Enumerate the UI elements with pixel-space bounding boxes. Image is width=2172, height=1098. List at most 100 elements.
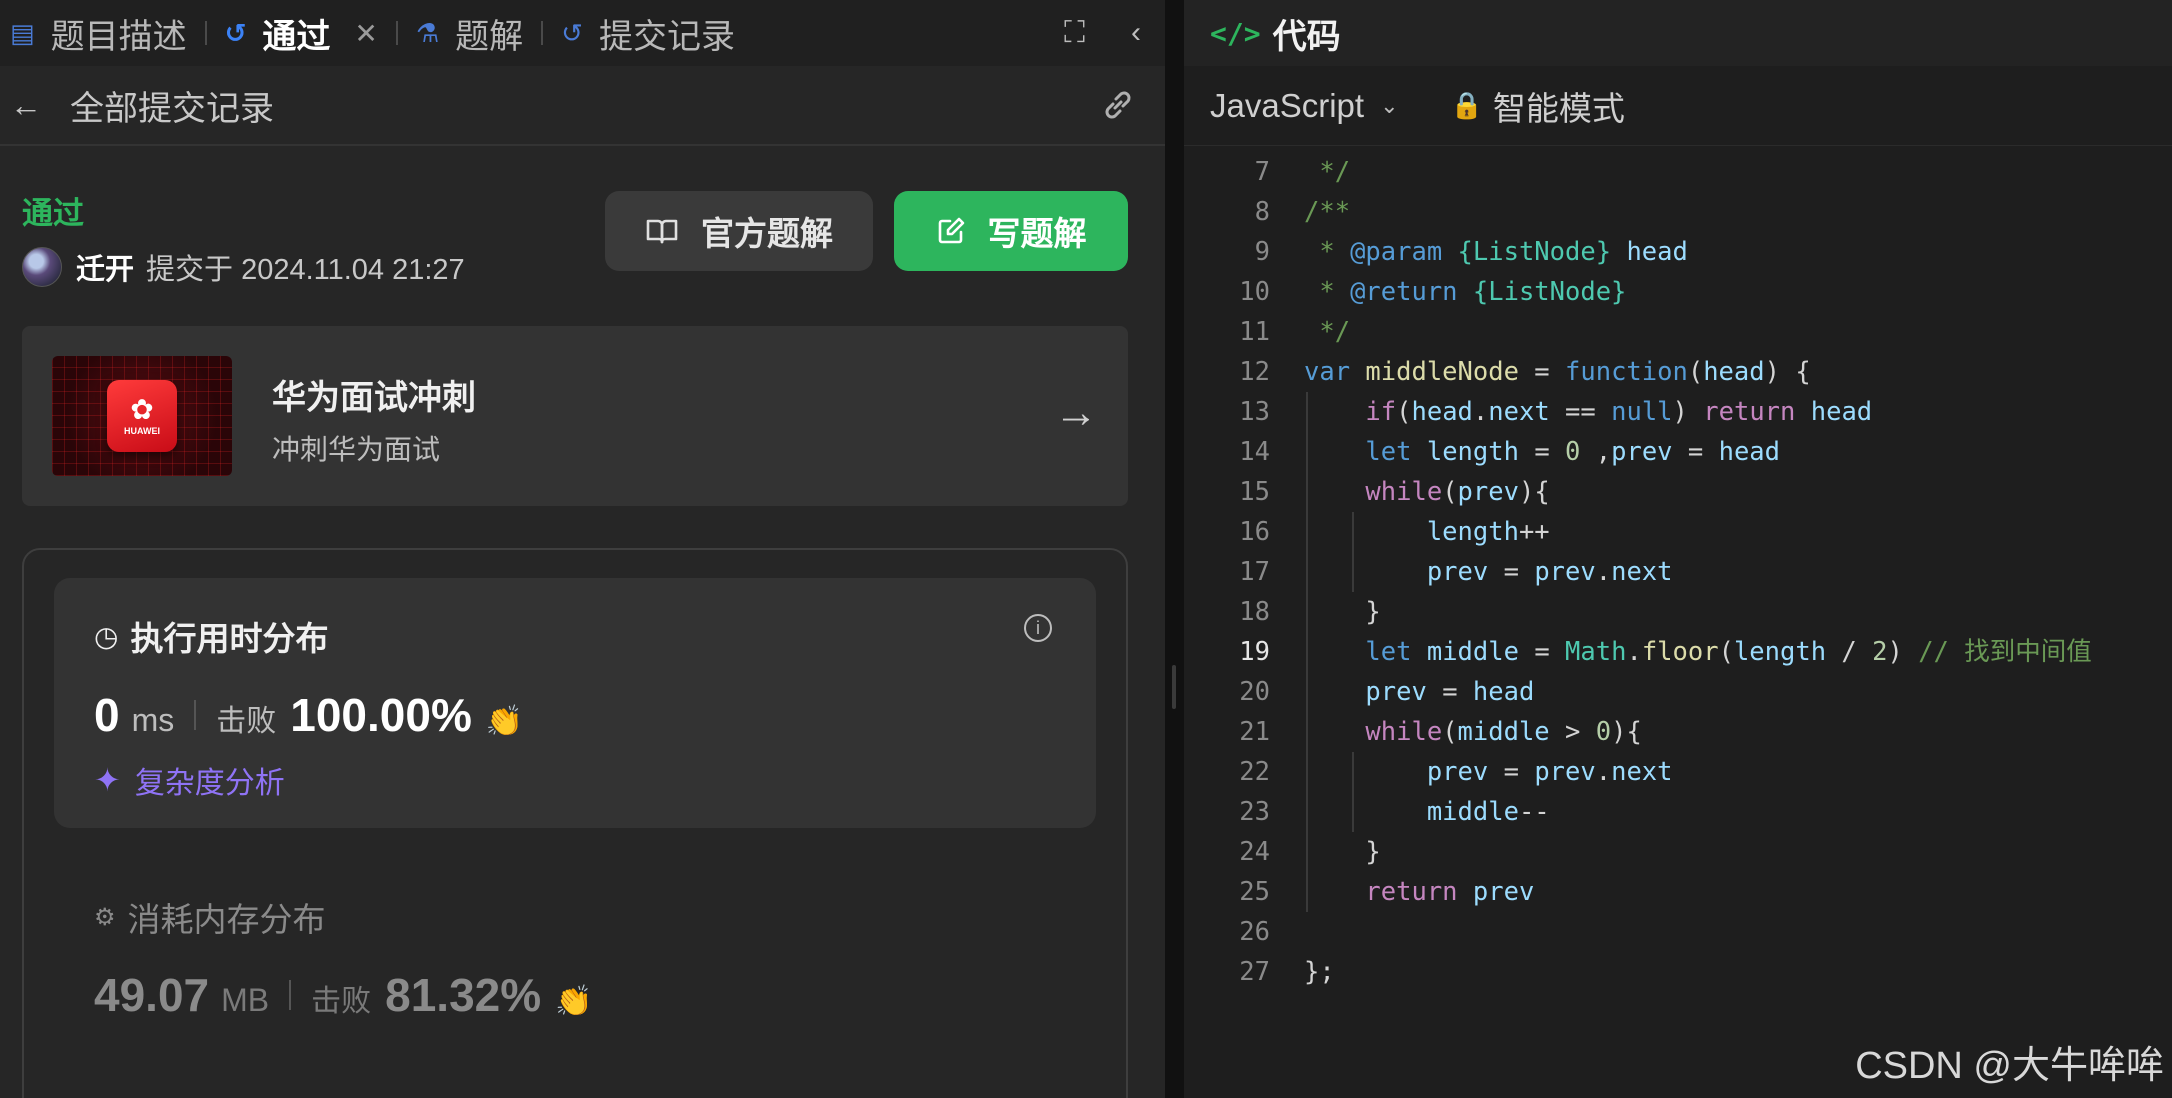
memory-unit: MB	[221, 982, 270, 1018]
code-line[interactable]: 25 return prev	[1184, 872, 2172, 912]
code-text: length++	[1304, 512, 1550, 552]
line-number: 9	[1254, 237, 1270, 267]
code-token: *	[1304, 277, 1351, 307]
memory-header[interactable]: ⚙ 消耗内存分布	[94, 893, 326, 941]
smart-mode-toggle[interactable]: 智能模式	[1493, 82, 1625, 130]
avatar[interactable]	[22, 247, 62, 287]
code-token: >	[1549, 717, 1596, 747]
code-panel-title[interactable]: 代码	[1273, 9, 1341, 58]
write-solution-button[interactable]: 写题解	[894, 191, 1128, 271]
resize-grip[interactable]	[1172, 665, 1176, 709]
line-number: 22	[1239, 757, 1270, 787]
code-line[interactable]: 13 if(head.next == null) return head	[1184, 392, 2172, 432]
runtime-title: 执行用时分布	[130, 620, 329, 657]
line-number: 17	[1239, 557, 1270, 587]
code-line[interactable]: 10 * @return {ListNode}	[1184, 272, 2172, 312]
official-solution-button[interactable]: 官方题解	[605, 191, 873, 271]
chevron-left-icon[interactable]: ‹	[1131, 16, 1141, 50]
all-submissions-link[interactable]: 全部提交记录	[70, 81, 274, 130]
runtime-values: 0 ms 击败 100.00% 👏	[94, 688, 523, 742]
runtime-card[interactable]: ◷ 执行用时分布 i 0 ms 击败 100.00% 👏 ✦ 复杂度分析	[54, 578, 1096, 828]
code-token: ){	[1518, 477, 1550, 507]
code-token: --	[1518, 797, 1550, 827]
chevron-down-icon[interactable]: ⌄	[1380, 93, 1398, 119]
code-line[interactable]: 14 let length = 0 ,prev = head	[1184, 432, 2172, 472]
code-token: null	[1611, 397, 1673, 427]
language-select[interactable]: JavaScript	[1210, 87, 1364, 125]
code-token: */	[1304, 157, 1351, 187]
code-line[interactable]: 26	[1184, 912, 2172, 952]
left-panel: ▤ 题目描述 ↺ 通过 ✕ ⚗ 题解 ↺ 提交记录 ⛶ ‹ ← 全部提交记录 通…	[0, 0, 1165, 1098]
code-token: head	[1810, 397, 1873, 427]
info-icon[interactable]: i	[1024, 614, 1052, 642]
code-line[interactable]: 16 length++	[1184, 512, 2172, 552]
code-text: }	[1304, 592, 1380, 632]
link-icon[interactable]	[1101, 90, 1135, 125]
code-tab-bar: </> 代码	[1184, 0, 2172, 66]
code-text: let middle = Math.floor(length / 2) // 找…	[1304, 632, 2091, 672]
code-line[interactable]: 15 while(prev){	[1184, 472, 2172, 512]
fullscreen-icon[interactable]: ⛶	[1064, 16, 1085, 50]
code-line[interactable]: 8 /**	[1184, 192, 2172, 232]
history-icon: ↺	[224, 18, 247, 48]
tab-separator	[204, 21, 207, 45]
code-line[interactable]: 23 middle--	[1184, 792, 2172, 832]
author-name[interactable]: 迁开	[76, 246, 134, 288]
code-token: prev	[1457, 477, 1519, 507]
value-separator	[289, 980, 292, 1010]
code-token: =	[1518, 637, 1566, 667]
write-solution-label: 写题解	[987, 215, 1087, 252]
line-number: 13	[1239, 397, 1270, 427]
memory-value: 49.07	[94, 969, 210, 1021]
flask-icon: ⚗	[415, 18, 440, 48]
code-line[interactable]: 18 }	[1184, 592, 2172, 632]
panel-resize-handle[interactable]	[1165, 0, 1184, 1098]
back-arrow-icon[interactable]: ←	[10, 87, 42, 124]
tab-passed[interactable]: ↺ 通过 ✕	[225, 0, 378, 66]
code-token: {ListNode}	[1472, 277, 1627, 307]
code-line[interactable]: 27};	[1184, 952, 2172, 992]
code-line[interactable]: 7 */	[1184, 152, 2172, 192]
tab-submissions[interactable]: ↺ 提交记录	[561, 0, 735, 66]
code-token: )	[1672, 397, 1704, 427]
line-number: 14	[1239, 437, 1270, 467]
code-line[interactable]: 19 let middle = Math.floor(length / 2) /…	[1184, 632, 2172, 672]
code-token: middle	[1426, 797, 1519, 827]
code-token: length	[1733, 637, 1827, 667]
code-line[interactable]: 12 var middleNode = function(head) {	[1184, 352, 2172, 392]
runtime-unit: ms	[131, 702, 175, 738]
complexity-analysis-label: 复杂度分析	[134, 767, 285, 800]
tab-separator	[395, 21, 398, 45]
code-token: (	[1718, 637, 1734, 667]
code-line[interactable]: 24 }	[1184, 832, 2172, 872]
code-editor[interactable]: 7 */8/** 9 * @param {ListNode} head 10 * @…	[1184, 152, 2172, 1002]
code-line[interactable]: 22 prev = prev.next	[1184, 752, 2172, 792]
memory-percent: 81.32%	[385, 969, 542, 1021]
code-token: prev	[1426, 557, 1489, 587]
code-line[interactable]: 17 prev = prev.next	[1184, 552, 2172, 592]
complexity-analysis-link[interactable]: ✦ 复杂度分析	[94, 758, 285, 802]
code-text: prev = head	[1304, 672, 1534, 712]
tab-description[interactable]: ▤ 题目描述	[10, 0, 187, 66]
code-token: middle	[1426, 637, 1519, 667]
runtime-beat-label: 击败	[216, 705, 277, 738]
code-line[interactable]: 11 */	[1184, 312, 2172, 352]
promo-card[interactable]: ✿ HUAWEI 华为面试冲刺 冲刺华为面试 →	[22, 326, 1128, 506]
code-line[interactable]: 21 while(middle > 0){	[1184, 712, 2172, 752]
code-token: head	[1703, 357, 1765, 387]
code-line[interactable]: 20 prev = head	[1184, 672, 2172, 712]
code-token: }	[1304, 837, 1381, 867]
close-icon[interactable]: ✕	[354, 17, 377, 50]
tab-solutions[interactable]: ⚗ 题解	[416, 0, 523, 66]
submitted-time: 提交于 2024.11.04 21:27	[146, 254, 465, 286]
code-token: if	[1365, 397, 1397, 427]
left-tab-bar: ▤ 题目描述 ↺ 通过 ✕ ⚗ 题解 ↺ 提交记录 ⛶ ‹	[0, 0, 1165, 66]
tab-description-label: 题目描述	[50, 17, 187, 56]
code-line[interactable]: 9 * @param {ListNode} head	[1184, 232, 2172, 272]
